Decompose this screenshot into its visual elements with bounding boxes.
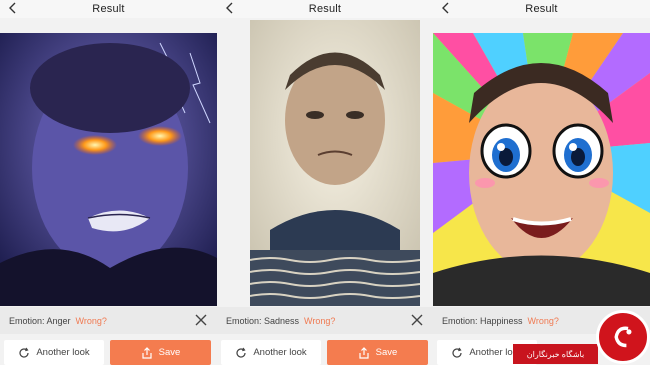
top-bar: Result bbox=[433, 0, 650, 18]
top-bar: Result bbox=[0, 0, 217, 18]
result-screen-anger: Result Emotion: Anger Wrong? Another loo… bbox=[0, 0, 217, 365]
news-logo-icon bbox=[596, 310, 650, 364]
save-label: Save bbox=[375, 347, 398, 358]
refresh-icon bbox=[452, 347, 462, 358]
emotion-label: Emotion: Sadness bbox=[226, 315, 300, 326]
back-chevron-icon[interactable] bbox=[439, 1, 453, 15]
share-upload-icon bbox=[142, 346, 152, 359]
another-look-button[interactable]: Another look bbox=[221, 340, 321, 365]
wrong-link[interactable]: Wrong? bbox=[76, 316, 107, 326]
wrong-link[interactable]: Wrong? bbox=[304, 316, 335, 326]
screen-title: Result bbox=[308, 3, 342, 15]
emotion-label: Emotion: Happiness bbox=[442, 315, 523, 326]
close-icon[interactable] bbox=[195, 314, 207, 326]
screen-title: Result bbox=[525, 3, 558, 15]
another-look-label: Another look bbox=[253, 347, 307, 358]
wrong-link[interactable]: Wrong? bbox=[528, 316, 559, 326]
save-button[interactable]: Save bbox=[327, 340, 428, 365]
another-look-button[interactable]: Another look bbox=[4, 340, 104, 365]
close-icon[interactable] bbox=[411, 314, 423, 326]
action-bar: Another look Save bbox=[0, 340, 217, 365]
result-photo-sadness bbox=[250, 20, 420, 306]
refresh-icon bbox=[19, 347, 29, 358]
screens-row: Result Emotion: Anger Wrong? Another loo… bbox=[0, 0, 650, 365]
top-bar: Result bbox=[217, 0, 433, 18]
result-screen-sadness: Result Emotion: Sadness Wrong? Another l… bbox=[217, 0, 433, 365]
emotion-label: Emotion: Anger bbox=[9, 315, 71, 326]
result-photo-happiness bbox=[433, 33, 650, 306]
screen-title: Result bbox=[92, 3, 125, 15]
emotion-bar: Emotion: Sadness Wrong? bbox=[217, 307, 433, 334]
action-bar: Another look Save bbox=[217, 340, 433, 365]
save-button[interactable]: Save bbox=[110, 340, 211, 365]
back-chevron-icon[interactable] bbox=[223, 1, 237, 15]
share-upload-icon bbox=[359, 346, 369, 359]
watermark-banner: باشگاه خبرنگاران bbox=[513, 344, 598, 364]
result-photo-anger bbox=[0, 33, 217, 306]
back-chevron-icon[interactable] bbox=[6, 1, 20, 15]
another-look-label: Another look bbox=[36, 347, 90, 358]
emotion-bar: Emotion: Anger Wrong? bbox=[0, 307, 217, 334]
save-label: Save bbox=[158, 347, 181, 358]
refresh-icon bbox=[236, 347, 246, 358]
